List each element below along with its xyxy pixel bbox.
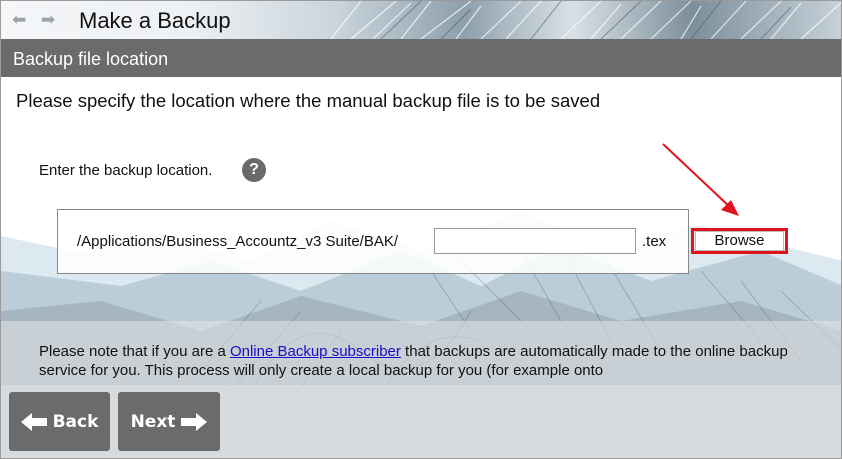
backup-filename-input[interactable] <box>434 228 636 254</box>
next-button[interactable]: Next <box>118 392 220 451</box>
arrow-left-icon <box>20 412 47 431</box>
title-bar: ⬅ ➡ Make a Backup <box>1 1 841 39</box>
online-backup-link[interactable]: Online Backup subscriber <box>230 343 401 360</box>
back-button[interactable]: Back <box>9 392 110 451</box>
annotation-arrow-icon <box>662 143 739 216</box>
section-header: Backup file location <box>1 39 841 77</box>
backup-path-prefix: /Applications/Business_Accountz_v3 Suite… <box>77 233 399 250</box>
arrow-right-icon[interactable]: ➡ <box>41 11 61 28</box>
instruction-text: Please specify the location where the ma… <box>16 90 601 111</box>
arrow-right-icon <box>181 412 208 431</box>
enter-location-label: Enter the backup location. <box>39 162 213 179</box>
file-extension-label: .tex <box>642 233 667 250</box>
window-title: Make a Backup <box>79 8 231 33</box>
app-window: ⬅ ➡ Make a Backup Backup file location P… <box>0 0 842 459</box>
back-button-label: Back <box>52 411 99 432</box>
next-button-label: Next <box>130 411 176 432</box>
help-icon[interactable]: ? <box>242 158 266 182</box>
browse-button[interactable]: Browse <box>695 231 784 251</box>
note-prefix: Please note that if you are a <box>39 343 230 360</box>
online-backup-note: Please note that if you are a Online Bac… <box>39 342 799 380</box>
arrow-left-icon[interactable]: ⬅ <box>12 11 32 28</box>
